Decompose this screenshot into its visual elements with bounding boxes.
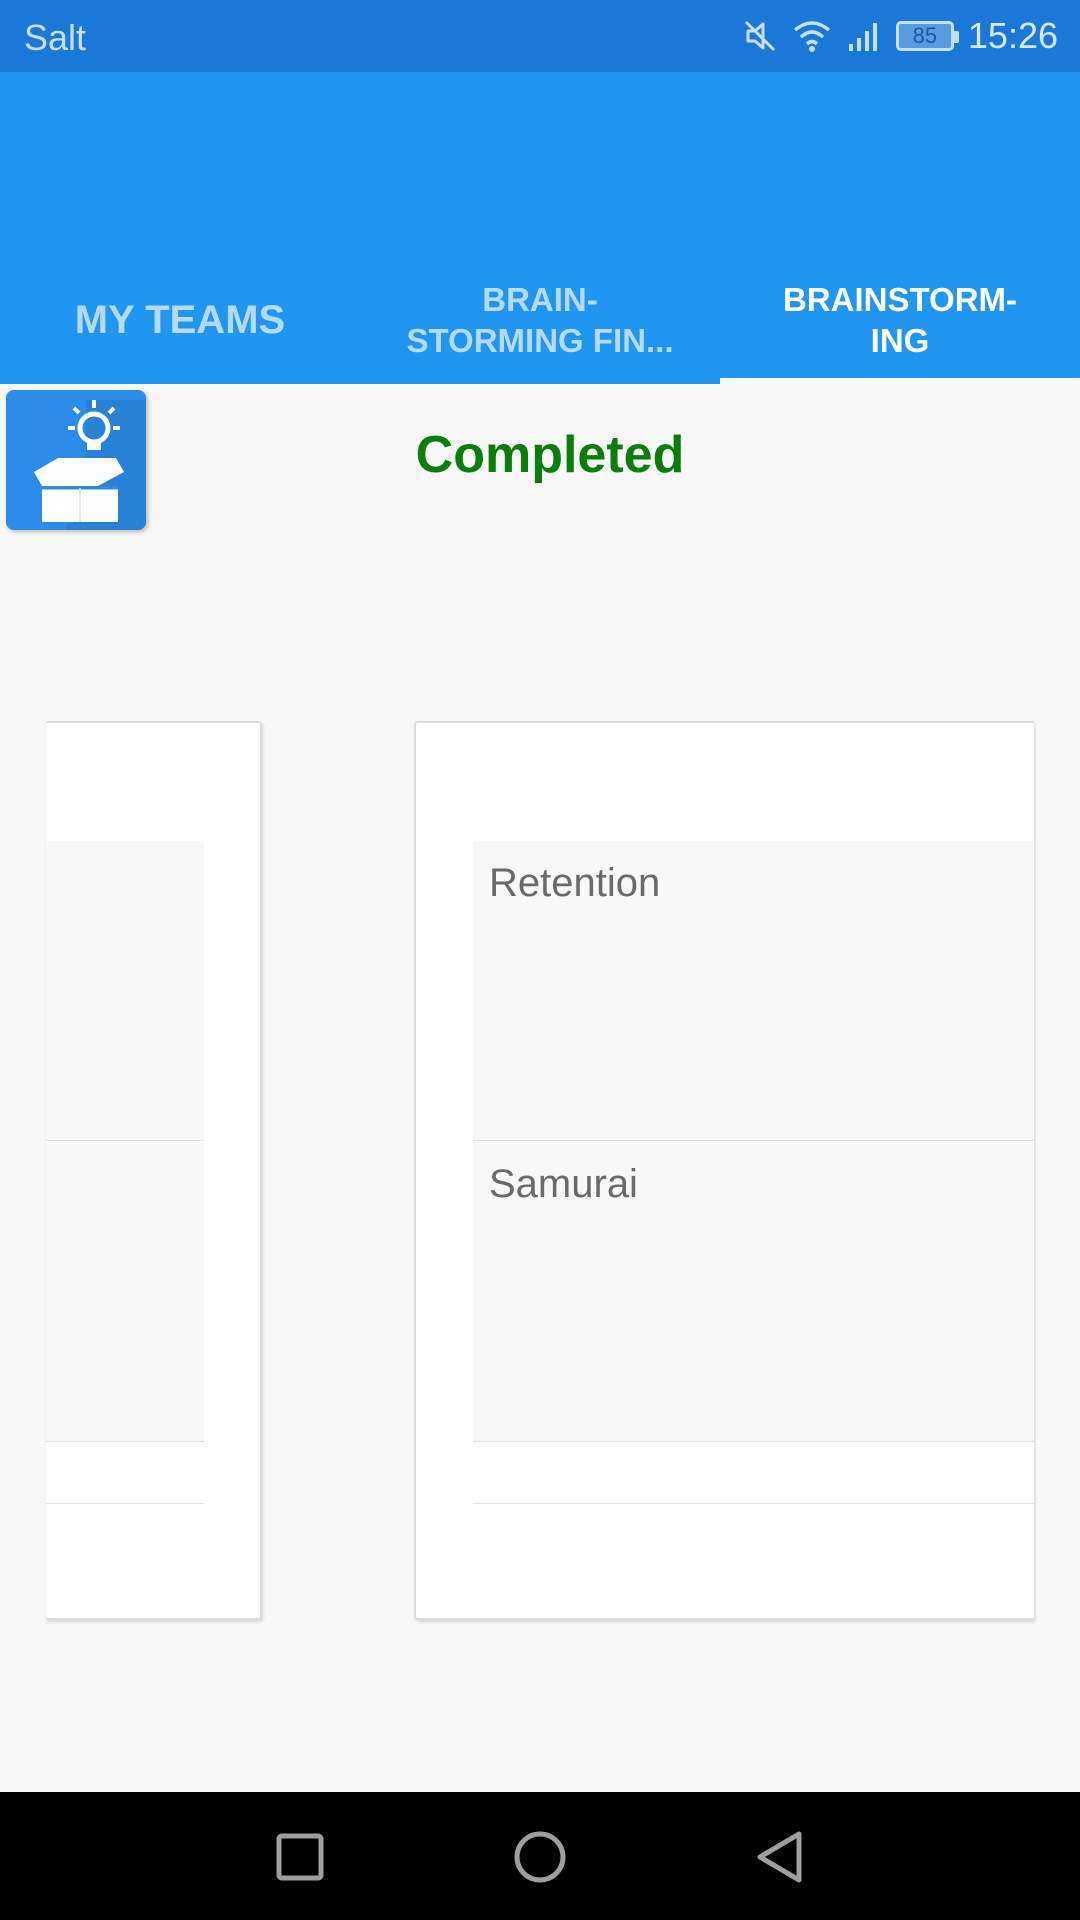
card-left bbox=[46, 721, 262, 1620]
tab-brainstorming-finished[interactable]: BRAIN- STORMING FIN... bbox=[360, 256, 720, 384]
back-triangle-icon[interactable] bbox=[745, 1822, 815, 1892]
home-circle-icon[interactable] bbox=[505, 1822, 575, 1892]
list-item[interactable]: Retention bbox=[473, 841, 1034, 1141]
tab-brainstorming[interactable]: BRAINSTORM- ING bbox=[720, 256, 1080, 384]
tab-bar: MY TEAMS BRAIN- STORMING FIN... BRAINSTO… bbox=[0, 256, 1080, 384]
card-footer-line bbox=[473, 1443, 1034, 1504]
idea-label: Retention bbox=[489, 861, 661, 905]
wifi-icon bbox=[792, 18, 832, 54]
status-bar: Salt 85 15:26 bbox=[0, 0, 1080, 72]
card-right: Retention Samurai bbox=[414, 721, 1034, 1620]
idea-label: Samurai bbox=[489, 1162, 638, 1206]
status-completed: Completed bbox=[415, 426, 685, 484]
navigation-bar bbox=[0, 1792, 1080, 1920]
signal-icon bbox=[846, 18, 882, 54]
card-footer-line bbox=[46, 1443, 204, 1504]
status-icons: 85 15:26 bbox=[742, 12, 1058, 60]
recents-square-icon[interactable] bbox=[265, 1822, 335, 1892]
list-item[interactable]: Samurai bbox=[473, 1142, 1034, 1442]
battery-icon: 85 bbox=[895, 21, 959, 51]
app-bar: MY TEAMS BRAIN- STORMING FIN... BRAINSTO… bbox=[0, 72, 1080, 384]
carrier-name: Salt bbox=[24, 17, 87, 58]
card-slot bbox=[46, 1142, 204, 1442]
clock: 15:26 bbox=[967, 15, 1058, 56]
card-slot bbox=[46, 841, 204, 1141]
mute-icon bbox=[742, 18, 778, 54]
tab-my-teams[interactable]: MY TEAMS bbox=[0, 256, 360, 384]
